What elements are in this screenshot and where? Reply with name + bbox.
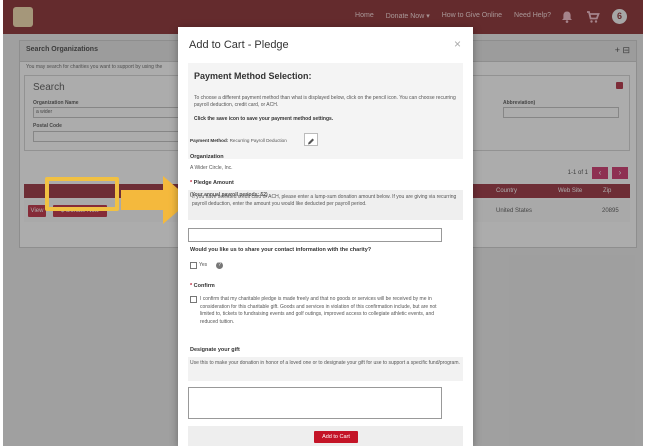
designate-gift-label: Designate your gift xyxy=(190,347,240,353)
app-frame: Home Donate Now ▾ How to Give Online Nee… xyxy=(3,0,643,446)
organization-value: A Wider Circle, Inc. xyxy=(190,165,233,171)
share-yes-label: Yes xyxy=(199,262,208,268)
confirm-label: * Confirm xyxy=(190,283,215,289)
pledge-note-text: If you have selected credit card or ACH,… xyxy=(192,194,457,207)
payment-method-label: Payment Method: xyxy=(190,138,229,143)
donate-highlight-box xyxy=(45,177,119,211)
confirm-checkbox[interactable] xyxy=(190,296,197,303)
payment-method-value: Recurring Payroll Deduction xyxy=(229,138,287,143)
pledge-amount-note: If you have selected credit card or ACH,… xyxy=(188,190,463,220)
payment-method-title: Payment Method Selection: xyxy=(194,71,312,81)
modal-footer: Add to Cart xyxy=(188,426,463,446)
help-icon[interactable]: ? xyxy=(216,262,223,269)
payment-method-section: Payment Method Selection: To choose a di… xyxy=(188,63,463,159)
designate-gift-note-text: Use this to make your donation in honor … xyxy=(190,360,460,366)
close-icon[interactable]: × xyxy=(454,37,461,51)
modal-title: Add to Cart - Pledge xyxy=(189,39,289,51)
designate-gift-textarea[interactable] xyxy=(188,387,442,419)
share-yes-checkbox[interactable] xyxy=(190,262,197,269)
payment-method-text: To choose a different payment method tha… xyxy=(194,95,456,108)
designate-gift-note: Use this to make your donation in honor … xyxy=(188,357,463,381)
payment-method-save-hint: Click the save icon to save your payment… xyxy=(194,116,334,122)
confirm-text: I confirm that my charitable pledge is m… xyxy=(200,296,437,325)
pencil-icon[interactable] xyxy=(304,133,318,146)
pledge-amount-input[interactable] xyxy=(188,228,442,242)
share-info-label: Would you like us to share your contact … xyxy=(190,247,372,253)
add-to-cart-modal: Add to Cart - Pledge × Payment Method Se… xyxy=(178,27,473,446)
pledge-amount-label: * Pledge Amount xyxy=(190,180,234,186)
payment-method-line: Payment Method: Recurring Payroll Deduct… xyxy=(190,138,287,143)
organization-label: Organization xyxy=(190,154,224,160)
add-to-cart-button[interactable]: Add to Cart xyxy=(314,431,358,443)
